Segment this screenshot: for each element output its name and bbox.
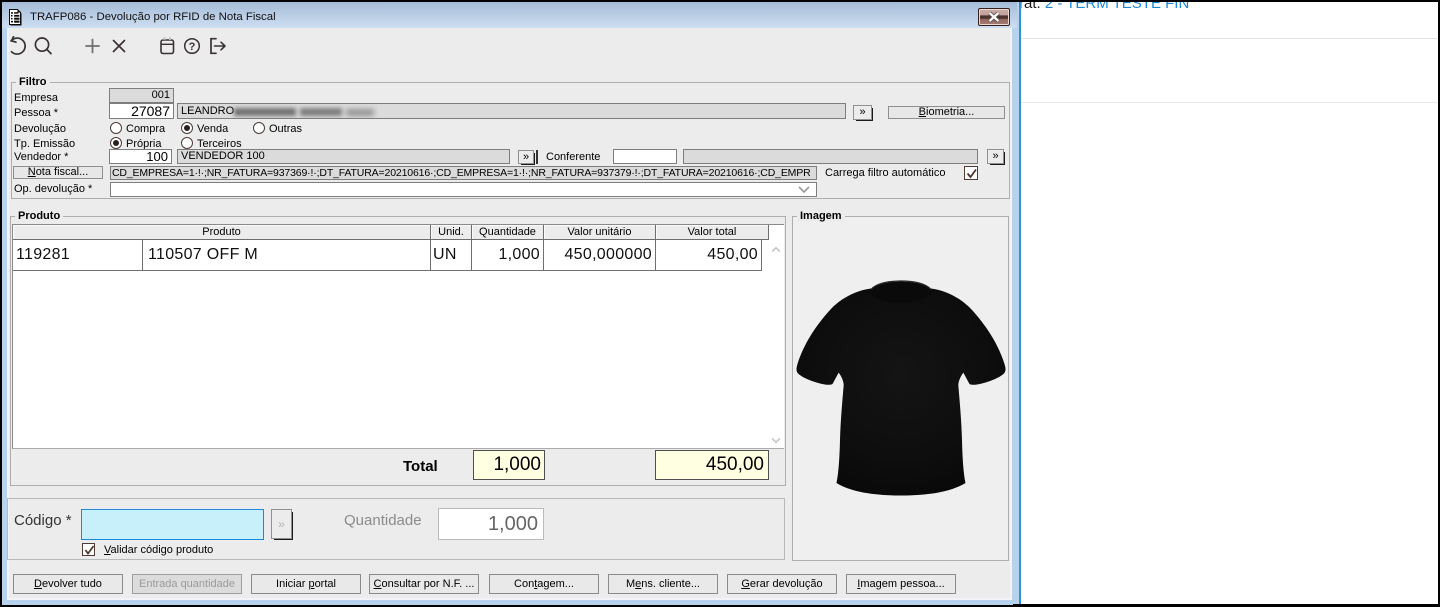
svg-text:?: ? [189, 41, 196, 53]
